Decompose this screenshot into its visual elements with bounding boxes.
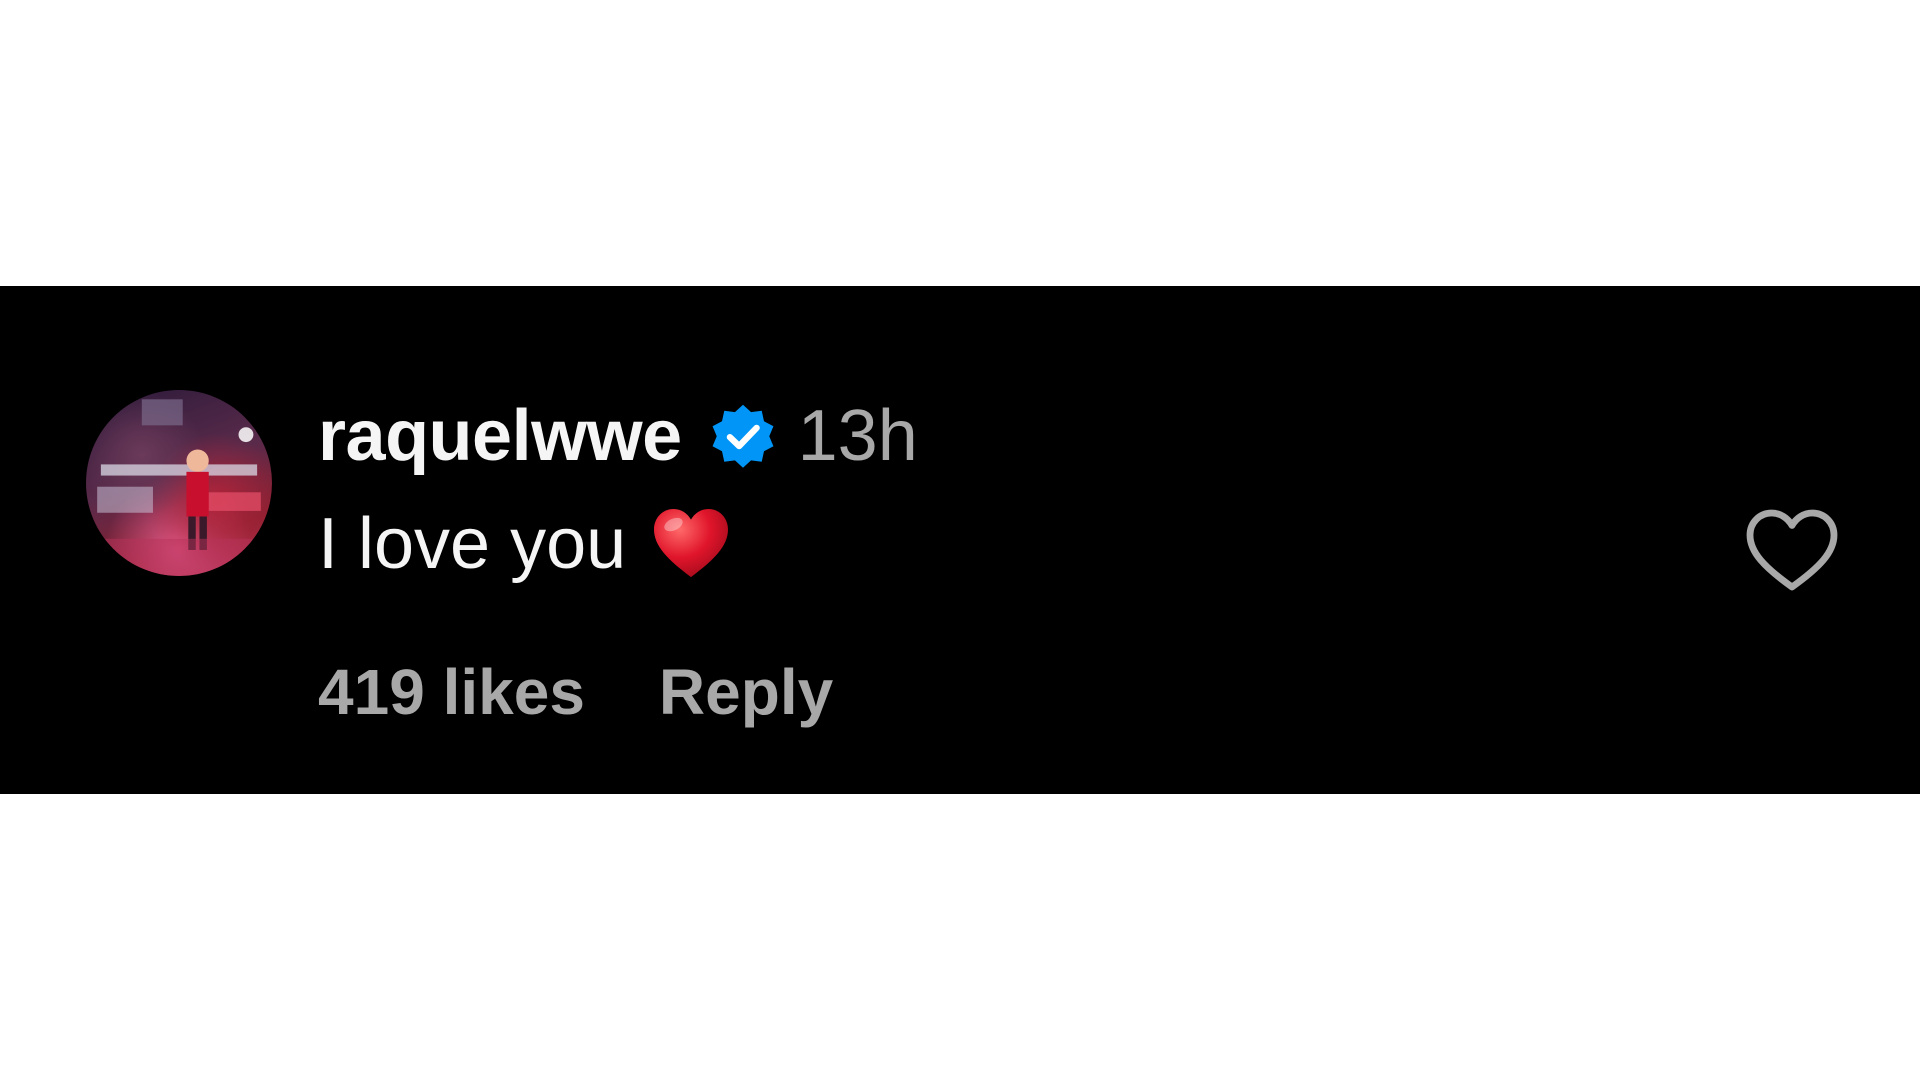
avatar-image	[86, 399, 272, 576]
verified-badge-icon	[708, 403, 778, 473]
timestamp[interactable]: 13h	[798, 395, 918, 477]
comment: raquelwwe 13h I love you 419 likes Reply	[0, 286, 1920, 794]
like-button[interactable]	[1744, 506, 1840, 596]
comment-body: I love you	[318, 502, 730, 586]
reply-button[interactable]: Reply	[659, 655, 833, 729]
comment-text: I love you	[318, 504, 627, 584]
page: raquelwwe 13h I love you 419 likes Reply	[0, 0, 1920, 1080]
likes-count[interactable]: 419 likes	[318, 655, 585, 729]
red-heart-emoji-icon	[652, 507, 730, 581]
heart-outline-icon	[1746, 509, 1838, 591]
avatar[interactable]	[86, 390, 272, 576]
username[interactable]: raquelwwe	[318, 395, 682, 477]
comment-header: raquelwwe 13h	[318, 396, 918, 476]
comment-actions: 419 likes Reply	[318, 652, 833, 732]
